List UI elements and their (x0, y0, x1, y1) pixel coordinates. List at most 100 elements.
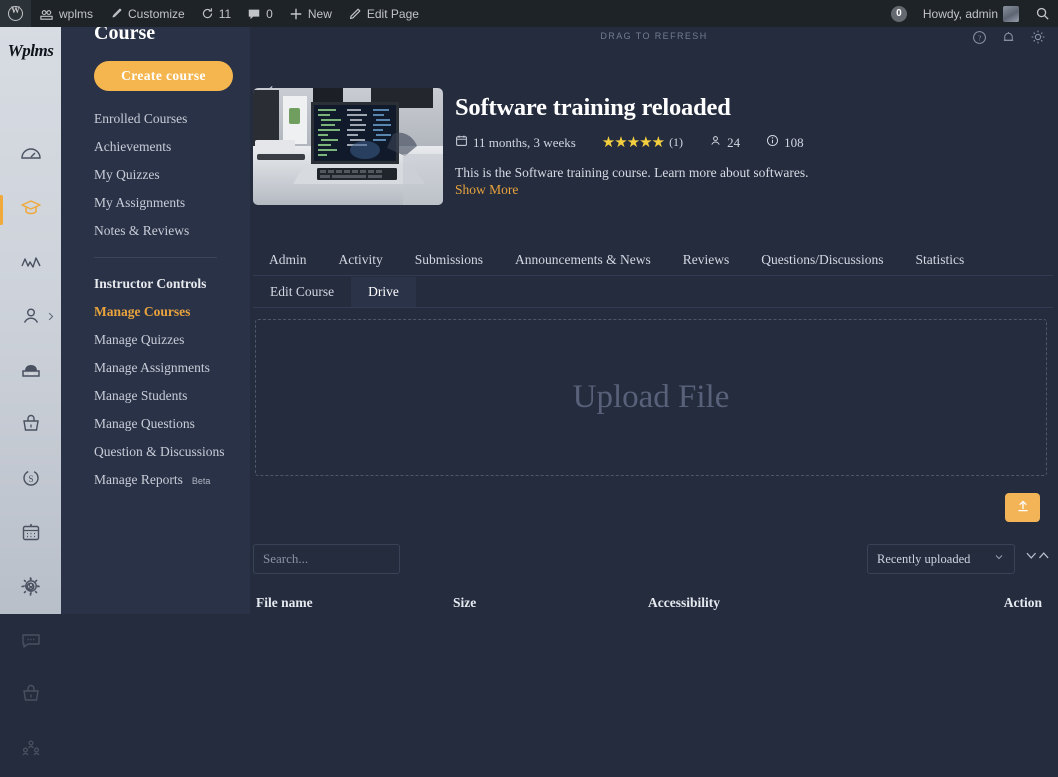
rail-item-refunds[interactable]: S (0, 453, 61, 507)
course-subtabs: Edit Course Drive (253, 277, 1053, 308)
beta-badge: Beta (191, 475, 211, 486)
rail-item-calendar[interactable] (0, 507, 61, 561)
tab-submissions[interactable]: Submissions (399, 245, 499, 275)
sidebar-item-enrolled-courses[interactable]: Enrolled Courses (77, 105, 234, 133)
subtab-drive[interactable]: Drive (351, 277, 416, 307)
wordpress-logo-icon (8, 5, 23, 21)
sort-select[interactable]: Recently uploaded (867, 544, 1015, 574)
sidebar-item-manage-questions[interactable]: Manage Questions (77, 410, 234, 438)
rail-item-profile[interactable] (0, 291, 61, 345)
edit-page-button[interactable]: Edit Page (340, 0, 427, 27)
course-students: 24 (709, 134, 740, 151)
upload-arrow-icon (1015, 498, 1031, 517)
subtab-edit-course[interactable]: Edit Course (253, 277, 351, 307)
course-info: Software training reloaded 11 months, 3 … (455, 88, 1053, 198)
notification-bell-icon[interactable] (1001, 30, 1016, 50)
sidebar-item-notes-reviews[interactable]: Notes & Reviews (77, 217, 234, 245)
comment-icon (247, 7, 261, 21)
tab-reviews[interactable]: Reviews (667, 245, 746, 275)
dashboard-icon (19, 142, 43, 171)
updates-button[interactable]: 11 (193, 0, 239, 27)
create-course-button[interactable]: Create course (94, 61, 233, 91)
tab-questions-discussions[interactable]: Questions/Discussions (745, 245, 899, 275)
wplms-logo: Wplms (7, 41, 54, 60)
show-more-link[interactable]: Show More (455, 182, 1053, 198)
theme-brightness-icon[interactable] (1030, 29, 1046, 50)
search-button[interactable] (1027, 0, 1058, 27)
sidebar-divider (94, 257, 217, 258)
svg-text:?: ? (978, 33, 982, 42)
tab-admin[interactable]: Admin (253, 245, 323, 275)
help-icon[interactable]: ? (972, 30, 987, 50)
wordpress-logo-button[interactable] (0, 0, 31, 27)
rail-item-shop[interactable] (0, 669, 61, 723)
sidebar-item-manage-courses[interactable]: Manage Courses (77, 298, 234, 326)
students-count: 24 (727, 134, 741, 150)
column-header-file-name: File name (256, 595, 313, 610)
rail-item-archive[interactable] (0, 345, 61, 399)
course-duration: 11 months, 3 weeks (455, 134, 576, 151)
sidebar-item-manage-reports[interactable]: Manage Reports Beta (77, 466, 234, 494)
sidebar-item-my-quizzes[interactable]: My Quizzes (77, 161, 234, 189)
chevron-down-icon (993, 551, 1005, 567)
message-icon (19, 628, 43, 657)
tab-announcements-news[interactable]: Announcements & News (499, 245, 667, 275)
sidebar-item-my-assignments[interactable]: My Assignments (77, 189, 234, 217)
customize-button[interactable]: Customize (101, 0, 193, 27)
upload-dropzone[interactable]: Upload File (255, 319, 1047, 476)
tab-activity[interactable]: Activity (323, 245, 399, 275)
howdy-label: Howdy, admin (922, 6, 998, 21)
sidebar-item-achievements[interactable]: Achievements (77, 133, 234, 161)
new-label: New (307, 6, 332, 21)
new-content-button[interactable]: New (281, 0, 340, 27)
site-icon (39, 6, 54, 21)
svg-text:S: S (28, 474, 33, 484)
rail-item-dashboard[interactable] (0, 129, 61, 183)
pencil-icon (348, 7, 362, 21)
edit-page-label: Edit Page (366, 6, 419, 21)
course-header: Software training reloaded 11 months, 3 … (253, 88, 1053, 205)
user-icon (19, 304, 43, 333)
sidebar-item-manage-quizzes[interactable]: Manage Quizzes (77, 326, 234, 354)
sidebar-item-question-discussions[interactable]: Question & Discussions (77, 438, 234, 466)
upload-button[interactable] (1005, 493, 1040, 522)
paintbrush-icon (109, 7, 123, 21)
sidebar-item-manage-assignments[interactable]: Manage Assignments (77, 354, 234, 382)
rail-item-basket[interactable] (0, 399, 61, 453)
page-title: Software training reloaded (455, 94, 731, 121)
star-icon: ★ (639, 135, 652, 151)
rail-item-messages[interactable] (0, 615, 61, 669)
site-name-button[interactable]: wplms (31, 0, 101, 27)
comments-button[interactable]: 0 (239, 0, 281, 27)
notifications-button[interactable]: 0 (883, 0, 915, 27)
search-input[interactable] (253, 544, 400, 574)
sort-select-value: Recently uploaded (877, 551, 971, 566)
plus-icon (289, 7, 303, 21)
sidebar-item-label: Manage Reports (94, 472, 183, 487)
drag-to-refresh-hint: DRAG TO REFRESH (600, 31, 708, 41)
upload-dropzone-label: Upload File (572, 379, 730, 415)
info-icon (766, 134, 779, 151)
course-tabs: Admin Activity Submissions Announcements… (253, 245, 1053, 276)
views-count: 108 (784, 134, 804, 150)
comments-count: 0 (266, 6, 273, 21)
sidebar-item-manage-students[interactable]: Manage Students (77, 382, 234, 410)
rail-item-analytics[interactable] (0, 237, 61, 291)
rail-item-settings[interactable] (0, 574, 61, 604)
rail-item-groups[interactable] (0, 723, 61, 777)
star-icon: ★ (601, 135, 615, 151)
rail-item-courses[interactable] (0, 183, 61, 237)
user-icon (709, 134, 722, 151)
calendar-icon (19, 520, 43, 549)
sort-direction-toggle[interactable] (1025, 549, 1050, 568)
tab-statistics[interactable]: Statistics (900, 245, 981, 275)
my-account-button[interactable]: Howdy, admin (915, 0, 1027, 27)
course-thumbnail[interactable] (253, 88, 443, 205)
star-icon: ★ (651, 135, 665, 151)
search-icon (1035, 6, 1050, 21)
course-views: 108 (766, 134, 804, 151)
gear-icon (18, 574, 43, 604)
rating-count: (1) (669, 135, 684, 149)
course-rating: ★ ★ ★ ★ ★ (1) (602, 133, 683, 152)
group-users-icon (19, 736, 43, 765)
